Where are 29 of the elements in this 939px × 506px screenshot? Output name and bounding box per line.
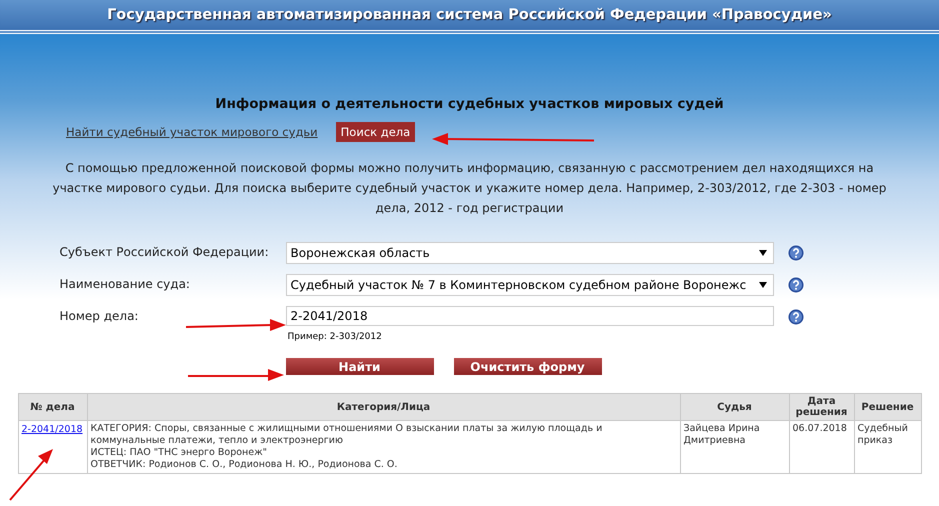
hint-text: Пример: 2-303/2012 [288, 332, 383, 342]
annotation-arrow [8, 448, 54, 502]
page-title: Информация о деятельности судебных участков мировых судей [215, 96, 724, 112]
caret-icon [758, 282, 766, 288]
table-cell: Зайцева Ирина Дмитриевна [680, 420, 789, 474]
caret-icon [758, 250, 766, 256]
field-label: Субъект Российской Федерации: [60, 244, 269, 259]
column-header: Судья [680, 394, 789, 420]
column-header: Решение [854, 394, 921, 420]
table-cell: КАТЕГОРИЯ: Споры, связанные с жилищными отношениями О взыскании платы за жилую площадь и коммунальные платежи, тепло и электроэнергию ИСТЕЦ: ПАО "ТНС энерго Воронеж" ОТВЕТЧИК: Родионов С. О., Родионова Н. Ю., Родионова С. О. [87, 420, 680, 474]
field-label: Наименование суда: [60, 276, 190, 291]
dropdown-field[interactable]: Судебный участок № 7 в Коминтерновском судебном районе Воронежс [286, 274, 774, 296]
description-text: С помощью предложенной поисковой формы можно получить информацию, связанную с рассмотрением дел находящихся на участке мирового судьи. Для поиска выберите судебный участок и укажите номер дела. Например, 2-303/2012, где 2-303 - номер дела, 2012 - год регистрации [52, 160, 888, 217]
field-label: Номер дела: [60, 308, 138, 323]
help-icon[interactable] [788, 309, 804, 325]
form-button[interactable]: Очистить форму [454, 358, 602, 375]
tab[interactable]: Поиск дела [336, 122, 416, 142]
table-cell: Судебный приказ [854, 420, 921, 474]
tab[interactable]: Найти судебный участок мирового судьи [64, 122, 320, 142]
column-header: Категория/Лица [87, 394, 680, 420]
input-field[interactable]: 2-2041/2018 [286, 306, 774, 326]
help-icon[interactable] [788, 245, 804, 261]
dropdown-field[interactable]: Воронежская область [286, 242, 774, 264]
column-header: Дата решения [789, 394, 854, 420]
column-header: № дела [18, 394, 87, 420]
form-button[interactable]: Найти [286, 358, 434, 375]
site-title: Государственная автоматизированная система Российской Федерации «Правосудие» [107, 7, 832, 23]
help-icon[interactable] [788, 277, 804, 293]
table-cell: 06.07.2018 [789, 420, 854, 474]
